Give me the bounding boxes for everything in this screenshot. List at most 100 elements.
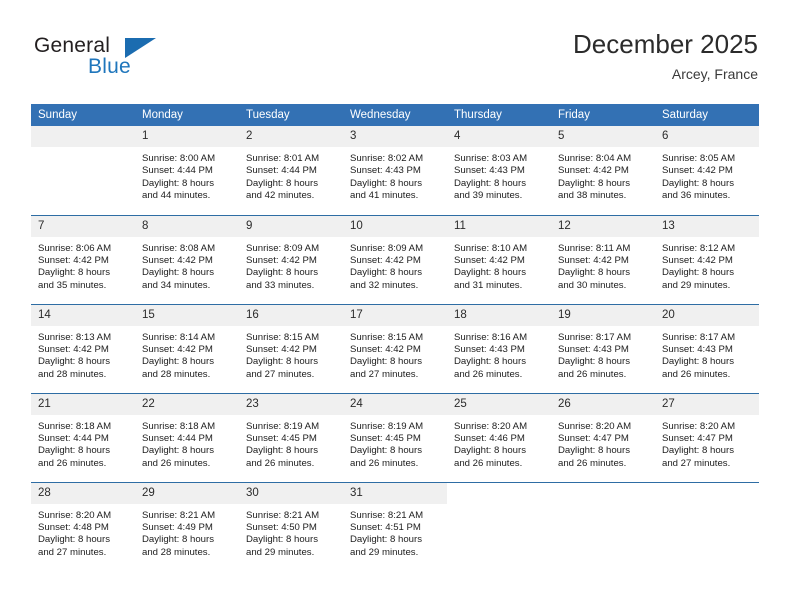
day-sun-info: Sunrise: 8:12 AM Sunset: 4:42 PM Daylight:… xyxy=(655,237,759,293)
sunset-time: Sunset: 4:47 PM xyxy=(558,432,629,444)
calendar-day-cell[interactable]: 30 Sunrise: 8:21 AM Sunset: 4:50 PM Dayligh… xyxy=(239,481,343,571)
day-cell-inner: 24 Sunrise: 8:19 AM Sunset: 4:45 PM Dayligh… xyxy=(343,393,447,482)
daylight-duration-line1: Daylight: 8 hours xyxy=(246,445,318,457)
day-cell-inner: 1 Sunrise: 8:00 AM Sunset: 4:44 PM Daylight… xyxy=(135,126,239,215)
day-cell-inner: 12 Sunrise: 8:11 AM Sunset: 4:42 PM Dayligh… xyxy=(551,215,655,304)
day-sun-info: Sunrise: 8:17 AM Sunset: 4:43 PM Daylight:… xyxy=(655,326,759,382)
calendar-day-cell[interactable]: 21 Sunrise: 8:18 AM Sunset: 4:44 PM Dayligh… xyxy=(31,392,135,482)
calendar-day-cell[interactable]: 10 Sunrise: 8:09 AM Sunset: 4:42 PM Dayligh… xyxy=(343,214,447,304)
day-number: 12 xyxy=(551,215,655,237)
day-number: 24 xyxy=(343,393,447,415)
daylight-duration-line1: Daylight: 8 hours xyxy=(662,267,734,279)
calendar-day-cell[interactable]: 16 Sunrise: 8:15 AM Sunset: 4:42 PM Dayligh… xyxy=(239,303,343,393)
daylight-duration-line2: and 26 minutes. xyxy=(662,368,731,380)
day-number: 20 xyxy=(655,304,759,326)
sunrise-time: Sunrise: 8:16 AM xyxy=(454,331,528,343)
calendar-day-cell[interactable]: 28 Sunrise: 8:20 AM Sunset: 4:48 PM Dayligh… xyxy=(31,481,135,571)
daylight-duration-line2: and 27 minutes. xyxy=(246,368,315,380)
calendar-day-cell[interactable]: 13 Sunrise: 8:12 AM Sunset: 4:42 PM Dayligh… xyxy=(655,214,759,304)
daylight-duration-line1: Daylight: 8 hours xyxy=(350,267,422,279)
daylight-duration-line2: and 27 minutes. xyxy=(38,546,107,558)
day-number: 22 xyxy=(135,393,239,415)
day-cell-inner xyxy=(31,126,135,215)
sunrise-time: Sunrise: 8:21 AM xyxy=(350,509,424,521)
day-cell-inner: 23 Sunrise: 8:19 AM Sunset: 4:45 PM Dayligh… xyxy=(239,393,343,482)
calendar-day-cell[interactable]: 24 Sunrise: 8:19 AM Sunset: 4:45 PM Dayligh… xyxy=(343,392,447,482)
calendar-day-cell[interactable]: 19 Sunrise: 8:17 AM Sunset: 4:43 PM Dayligh… xyxy=(551,303,655,393)
calendar-week-row: 28 Sunrise: 8:20 AM Sunset: 4:48 PM Dayligh… xyxy=(31,481,759,572)
daylight-duration-line1: Daylight: 8 hours xyxy=(558,267,630,279)
daylight-duration-line2: and 31 minutes. xyxy=(454,279,523,291)
daylight-duration-line1: Daylight: 8 hours xyxy=(454,445,526,457)
daylight-duration-line2: and 28 minutes. xyxy=(38,368,107,380)
logo-word-blue: Blue xyxy=(88,55,131,78)
calendar-day-cell[interactable]: 1 Sunrise: 8:00 AM Sunset: 4:44 PM Daylight… xyxy=(135,126,239,215)
calendar-day-cell[interactable]: 2 Sunrise: 8:01 AM Sunset: 4:44 PM Daylight… xyxy=(239,126,343,215)
daylight-duration-line2: and 29 minutes. xyxy=(662,279,731,291)
day-cell-inner: 27 Sunrise: 8:20 AM Sunset: 4:47 PM Dayligh… xyxy=(655,393,759,482)
day-number: 21 xyxy=(31,393,135,415)
day-number: 25 xyxy=(447,393,551,415)
calendar-day-cell[interactable]: 11 Sunrise: 8:10 AM Sunset: 4:42 PM Dayligh… xyxy=(447,214,551,304)
daylight-duration-line1: Daylight: 8 hours xyxy=(454,356,526,368)
calendar-day-cell[interactable]: 15 Sunrise: 8:14 AM Sunset: 4:42 PM Dayligh… xyxy=(135,303,239,393)
sunrise-time: Sunrise: 8:12 AM xyxy=(662,242,736,254)
sunset-time: Sunset: 4:49 PM xyxy=(142,521,213,533)
day-sun-info: Sunrise: 8:10 AM Sunset: 4:42 PM Daylight:… xyxy=(447,237,551,293)
day-sun-info: Sunrise: 8:18 AM Sunset: 4:44 PM Daylight:… xyxy=(135,415,239,471)
calendar-day-cell[interactable]: 31 Sunrise: 8:21 AM Sunset: 4:51 PM Dayligh… xyxy=(343,481,447,571)
calendar-day-cell[interactable]: 12 Sunrise: 8:11 AM Sunset: 4:42 PM Dayligh… xyxy=(551,214,655,304)
day-number: 11 xyxy=(447,215,551,237)
calendar-day-cell[interactable]: 20 Sunrise: 8:17 AM Sunset: 4:43 PM Dayligh… xyxy=(655,303,759,393)
day-number: 7 xyxy=(31,215,135,237)
weekday-header-monday: Monday xyxy=(135,104,239,126)
calendar-day-cell[interactable]: 17 Sunrise: 8:15 AM Sunset: 4:42 PM Dayligh… xyxy=(343,303,447,393)
calendar-day-cell[interactable]: 23 Sunrise: 8:19 AM Sunset: 4:45 PM Dayligh… xyxy=(239,392,343,482)
day-cell-inner: 29 Sunrise: 8:21 AM Sunset: 4:49 PM Dayligh… xyxy=(135,482,239,572)
calendar-day-cell[interactable]: 8 Sunrise: 8:08 AM Sunset: 4:42 PM Daylight… xyxy=(135,214,239,304)
weekday-header-saturday: Saturday xyxy=(655,104,759,126)
calendar-day-cell[interactable]: 7 Sunrise: 8:06 AM Sunset: 4:42 PM Daylight… xyxy=(31,214,135,304)
calendar-page: General Blue December 2025 Arcey, France… xyxy=(0,0,792,612)
daylight-duration-line2: and 30 minutes. xyxy=(558,279,627,291)
day-sun-info: Sunrise: 8:17 AM Sunset: 4:43 PM Daylight:… xyxy=(551,326,655,382)
day-sun-info: Sunrise: 8:16 AM Sunset: 4:43 PM Daylight:… xyxy=(447,326,551,382)
weekday-header-wednesday: Wednesday xyxy=(343,104,447,126)
sunrise-time: Sunrise: 8:15 AM xyxy=(350,331,424,343)
day-number: 3 xyxy=(343,126,447,147)
day-cell-inner: 3 Sunrise: 8:02 AM Sunset: 4:43 PM Daylight… xyxy=(343,126,447,215)
calendar-day-cell[interactable]: 14 Sunrise: 8:13 AM Sunset: 4:42 PM Dayligh… xyxy=(31,303,135,393)
calendar-day-cell[interactable]: 5 Sunrise: 8:04 AM Sunset: 4:42 PM Daylight… xyxy=(551,126,655,215)
sunset-time: Sunset: 4:45 PM xyxy=(350,432,421,444)
day-sun-info: Sunrise: 8:13 AM Sunset: 4:42 PM Daylight:… xyxy=(31,326,135,382)
daylight-duration-line1: Daylight: 8 hours xyxy=(350,177,422,189)
calendar-day-cell[interactable]: 27 Sunrise: 8:20 AM Sunset: 4:47 PM Dayligh… xyxy=(655,392,759,482)
day-number: 31 xyxy=(343,482,447,504)
daylight-duration-line1: Daylight: 8 hours xyxy=(350,445,422,457)
page-title: December 2025 xyxy=(573,29,758,59)
sunset-time: Sunset: 4:44 PM xyxy=(246,165,317,177)
calendar-day-cell[interactable]: 22 Sunrise: 8:18 AM Sunset: 4:44 PM Dayligh… xyxy=(135,392,239,482)
day-sun-info: Sunrise: 8:03 AM Sunset: 4:43 PM Daylight:… xyxy=(447,147,551,203)
daylight-duration-line1: Daylight: 8 hours xyxy=(142,267,214,279)
daylight-duration-line2: and 35 minutes. xyxy=(38,279,107,291)
calendar-day-cell[interactable]: 9 Sunrise: 8:09 AM Sunset: 4:42 PM Daylight… xyxy=(239,214,343,304)
calendar-day-cell[interactable]: 18 Sunrise: 8:16 AM Sunset: 4:43 PM Dayligh… xyxy=(447,303,551,393)
calendar-day-cell[interactable]: 29 Sunrise: 8:21 AM Sunset: 4:49 PM Dayligh… xyxy=(135,481,239,572)
calendar-day-cell[interactable]: 3 Sunrise: 8:02 AM Sunset: 4:43 PM Daylight… xyxy=(343,126,447,215)
daylight-duration-line2: and 39 minutes. xyxy=(454,190,523,202)
daylight-duration-line2: and 33 minutes. xyxy=(246,279,315,291)
daylight-duration-line1: Daylight: 8 hours xyxy=(454,177,526,189)
calendar-day-cell[interactable]: 6 Sunrise: 8:05 AM Sunset: 4:42 PM Daylight… xyxy=(655,126,759,215)
day-sun-info: Sunrise: 8:20 AM Sunset: 4:48 PM Daylight:… xyxy=(31,504,135,560)
calendar-day-cell[interactable]: 4 Sunrise: 8:03 AM Sunset: 4:43 PM Daylight… xyxy=(447,126,551,215)
daylight-duration-line2: and 26 minutes. xyxy=(454,368,523,380)
sunset-time: Sunset: 4:44 PM xyxy=(142,432,213,444)
sunset-time: Sunset: 4:42 PM xyxy=(246,343,317,355)
calendar-grid: Sunday Monday Tuesday Wednesday Thursday… xyxy=(31,104,759,571)
sunrise-time: Sunrise: 8:14 AM xyxy=(142,331,216,343)
title-block: December 2025 Arcey, France xyxy=(573,28,758,84)
day-cell-inner: 16 Sunrise: 8:15 AM Sunset: 4:42 PM Dayligh… xyxy=(239,304,343,393)
calendar-day-cell[interactable]: 25 Sunrise: 8:20 AM Sunset: 4:46 PM Dayligh… xyxy=(447,392,551,482)
calendar-day-cell[interactable]: 26 Sunrise: 8:20 AM Sunset: 4:47 PM Dayligh… xyxy=(551,392,655,482)
